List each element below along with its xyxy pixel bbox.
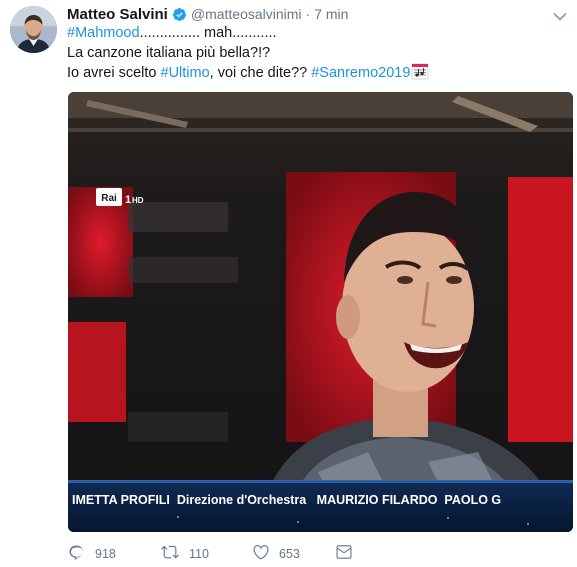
verified-badge-icon: [172, 7, 187, 22]
retweet-count: 110: [189, 547, 209, 561]
avatar[interactable]: [10, 6, 57, 53]
retweet-button[interactable]: 110: [160, 543, 252, 566]
heart-icon: [252, 543, 270, 566]
tweet-text-fragment: , voi che dite??: [209, 65, 312, 81]
tweet-text: #Mahmood............... mah........... L…: [67, 24, 567, 87]
like-button[interactable]: 653: [252, 543, 335, 566]
tweet-text-fragment: ............... mah...........: [139, 25, 277, 41]
rai-logo-text: Rai: [101, 193, 117, 204]
rai-channel-number: 1: [125, 194, 131, 206]
tweet-text-line-3: Io avrei scelto #Ultimo, voi che dite?? …: [67, 63, 567, 87]
tweet-actions: 918 110 653: [68, 544, 353, 564]
timestamp[interactable]: 7 min: [314, 6, 348, 22]
hashtag-ultimo[interactable]: #Ultimo: [161, 65, 210, 81]
tweet-header: Matteo Salvini @matteosalvinimi · 7 min: [67, 4, 348, 24]
hashtag-mahmood[interactable]: #Mahmood: [67, 25, 140, 41]
tweet[interactable]: Matteo Salvini @matteosalvinimi · 7 min …: [0, 0, 577, 567]
separator-dot: ·: [305, 6, 311, 22]
reply-icon: [68, 543, 86, 566]
tweet-text-line-1: #Mahmood............... mah...........: [67, 24, 567, 44]
reply-count: 918: [95, 547, 116, 561]
hashtag-sanremo2019[interactable]: #Sanremo2019: [311, 65, 410, 81]
user-handle[interactable]: @matteosalvinimi: [191, 6, 302, 22]
broadcast-caption: IMETTA PROFILI Direzione d'Orchestra MAU…: [72, 493, 501, 507]
tweet-text-line-2: La canzone italiana più bella?!?: [67, 44, 271, 61]
reply-button[interactable]: 918: [68, 543, 160, 566]
tweet-media-photo[interactable]: Rai 1 HD IMETTA PROFILI Direzione d'Orch…: [68, 92, 573, 532]
display-name[interactable]: Matteo Salvini: [67, 6, 168, 23]
musical-score-emoji-icon: [411, 63, 429, 87]
tweet-text-fragment: Io avrei scelto: [67, 65, 161, 81]
retweet-icon: [160, 543, 180, 566]
chevron-down-icon[interactable]: [553, 9, 567, 21]
rai-channel-quality: HD: [132, 196, 144, 205]
direct-message-button[interactable]: [335, 543, 353, 566]
like-count: 653: [279, 547, 300, 561]
envelope-icon: [335, 543, 353, 566]
